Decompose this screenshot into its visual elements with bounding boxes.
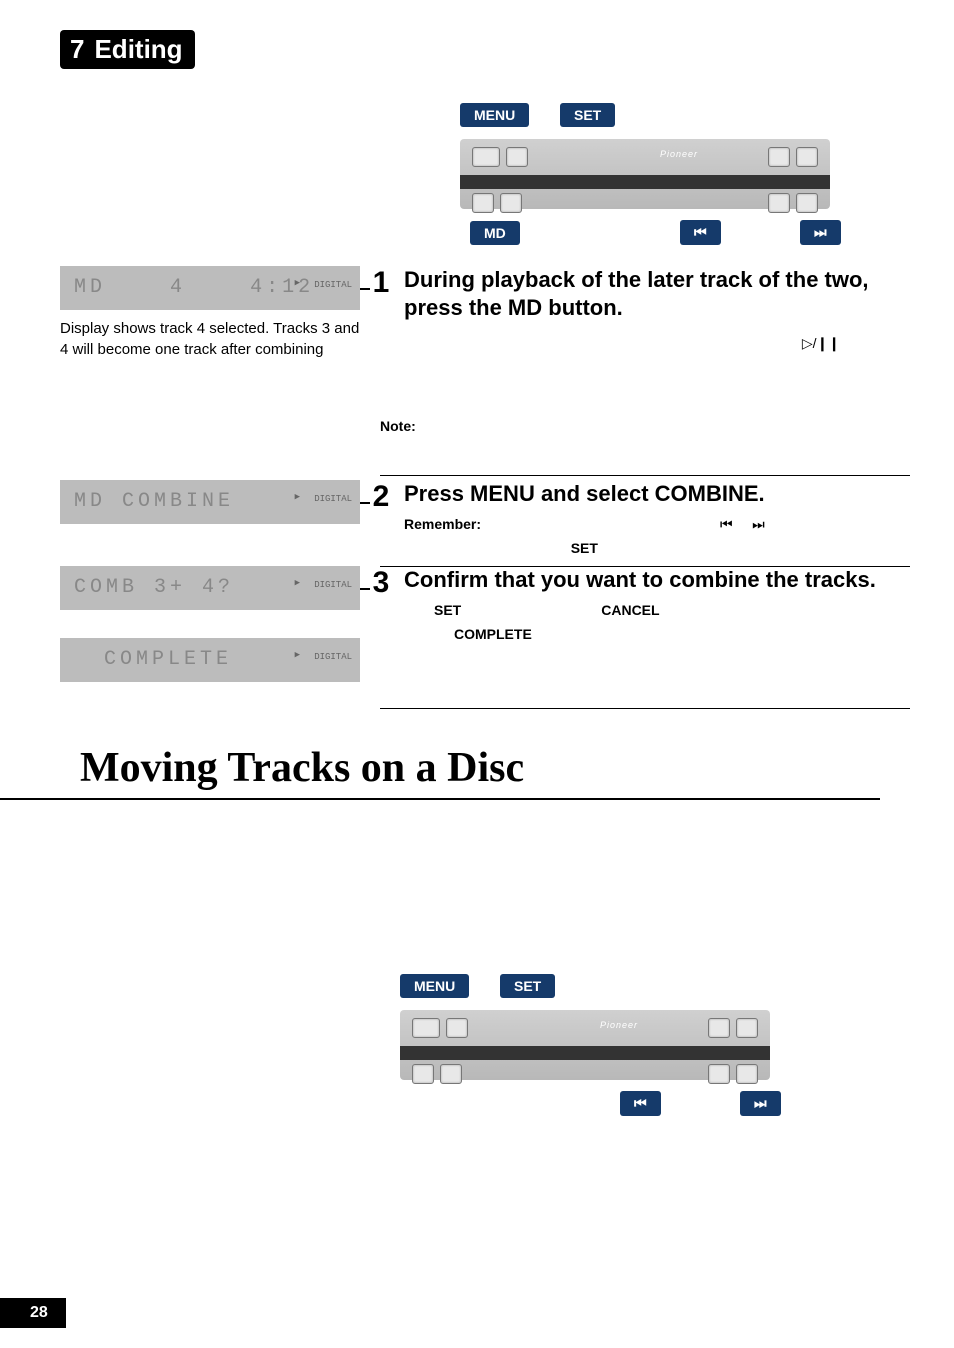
step-number-1: 1 (366, 266, 396, 352)
remote-btn-set-2 (446, 1018, 468, 1038)
play-tri-icon-3: ▶ (295, 566, 304, 605)
chapter-tab: 7 Editing (60, 30, 195, 69)
remote-btn-d-2 (440, 1064, 462, 1084)
remote-btn-power (472, 193, 494, 213)
remote-btn-md (500, 193, 522, 213)
callout-next-2: ⏭ (740, 1091, 781, 1116)
remote-btn-up (796, 147, 818, 167)
callout-set: SET (560, 103, 615, 127)
chapter-title: Editing (94, 34, 182, 65)
chapter-number: 7 (70, 34, 84, 65)
remote-btn-set (506, 147, 528, 167)
remote-btn-power-2 (412, 1064, 434, 1084)
remote-figure-bottom: MENU SET ⏮ ⏭ Pioneer (370, 980, 800, 1110)
lcd2-text: MD COMBINE (74, 490, 234, 513)
prev-glyph: ⏮ (720, 516, 733, 532)
remote-figure-top: MENU SET MD ⏮ ⏭ Pioneer (430, 109, 860, 239)
lcd1-mid: 4 (170, 276, 186, 299)
play-tri-icon: ▶ (295, 266, 304, 305)
lcd-display-4: COMPLETE ▶ DIGITAL (60, 638, 360, 682)
lcd1-caption: Display shows track 4 selected. Tracks 3… (60, 318, 360, 360)
page-number: 28 (0, 1298, 66, 1328)
remote-btn-e (768, 147, 790, 167)
remote-btn-g (768, 193, 790, 213)
remote-btn-menu (472, 147, 500, 167)
lcd4-badge: DIGITAL (314, 638, 352, 679)
callout-next: ⏭ (800, 220, 841, 245)
callout-menu-2: MENU (400, 974, 469, 998)
remote-strip-2 (400, 1046, 770, 1060)
next-glyph: ⏭ (752, 516, 765, 532)
step3-set-label: SET (434, 602, 461, 618)
section-title-moving: Moving Tracks on a Disc (80, 744, 860, 800)
callout-prev-2: ⏮ (620, 1091, 661, 1116)
remote-body: Pioneer (460, 139, 830, 209)
step3-title: Confirm that you want to combine the tra… (404, 566, 876, 594)
play-pause-icon: ▷/❙❙ (802, 335, 840, 351)
callout-md: MD (470, 221, 520, 245)
remote-btn-menu-2 (412, 1018, 440, 1038)
note-block: Note: (380, 418, 900, 434)
step1-title: During playback of the later track of th… (404, 266, 900, 321)
divider-1 (380, 475, 910, 476)
lcd1-right: 4:12 (250, 276, 314, 299)
note-label: Note: (380, 418, 416, 434)
lcd3-badge: DIGITAL (314, 566, 352, 607)
step-number-3: 3 (366, 566, 396, 642)
callout-prev: ⏮ (680, 220, 721, 245)
lcd-display-2: MD COMBINE ▶ DIGITAL (60, 480, 360, 524)
step3-cancel-label: CANCEL (601, 602, 659, 618)
lcd4-text: COMPLETE (74, 648, 232, 671)
remote-btn-down (796, 193, 818, 213)
remote-body-2: Pioneer (400, 1010, 770, 1080)
lcd3-text: COMB 3+ 4? (74, 576, 234, 599)
lcd1-badge: DIGITAL (314, 266, 352, 307)
callout-menu: MENU (460, 103, 529, 127)
step2-set-label: SET (571, 540, 598, 556)
remote-strip (460, 175, 830, 189)
lcd-display-1: MD 4 4:12 ▶ DIGITAL (60, 266, 360, 310)
remote-btn-g-2 (708, 1064, 730, 1084)
lcd-display-3: COMB 3+ 4? ▶ DIGITAL (60, 566, 360, 610)
step-number-2: 2 (366, 480, 396, 556)
remember-label: Remember: (404, 516, 481, 532)
step3-complete-label: COMPLETE (454, 626, 532, 642)
remote-btn-up-2 (736, 1018, 758, 1038)
lcd2-badge: DIGITAL (314, 480, 352, 521)
brand-label-2: Pioneer (600, 1020, 638, 1030)
step2-title: Press MENU and select COMBINE. (404, 480, 765, 508)
divider-3 (380, 708, 910, 709)
remote-btn-e-2 (708, 1018, 730, 1038)
brand-label: Pioneer (660, 149, 698, 159)
callout-set-2: SET (500, 974, 555, 998)
remote-btn-down-2 (736, 1064, 758, 1084)
lcd1-left: MD (74, 276, 106, 299)
play-tri-icon-2: ▶ (295, 480, 304, 519)
play-tri-icon-4: ▶ (295, 638, 304, 677)
